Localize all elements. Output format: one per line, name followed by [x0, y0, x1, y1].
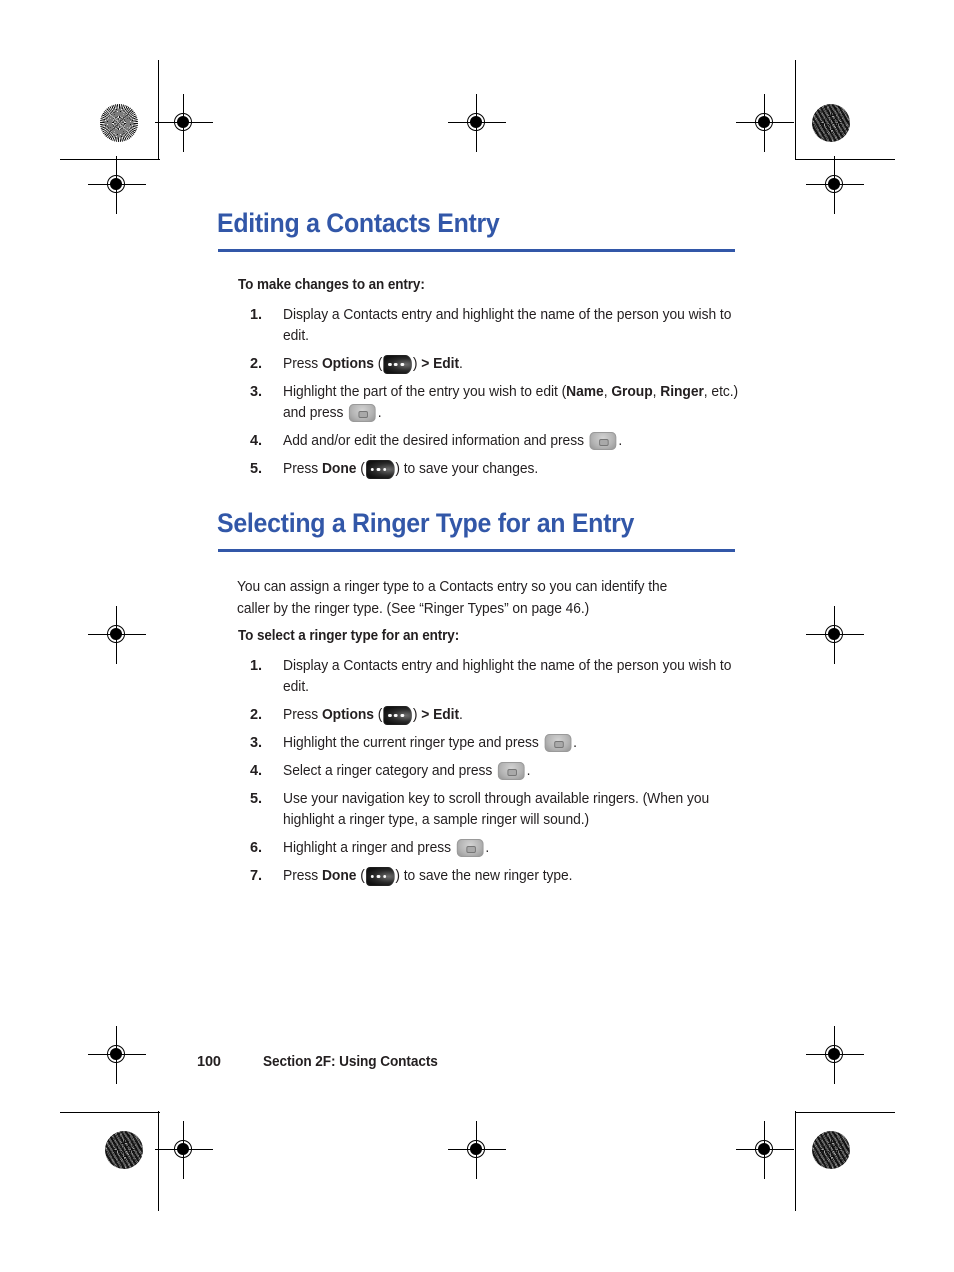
- list-item: 7. Press Done ( ) to save the new ringer t…: [250, 866, 740, 887]
- ok-key-icon: [544, 734, 572, 752]
- list-item: 6. Highlight a ringer and press .: [250, 838, 740, 859]
- list-item: 1. Display a Contacts entry and highlight…: [250, 305, 740, 347]
- step-number: 4.: [250, 763, 262, 779]
- step-number: 1.: [250, 307, 262, 323]
- softkey-options-icon: [383, 355, 412, 374]
- step-text-run: Use your navigation key to scroll throug…: [283, 791, 710, 828]
- ok-key-icon: [349, 404, 376, 422]
- emphasis-text: Options: [321, 356, 374, 372]
- list-item: 5. Use your navigation key to scroll thro…: [250, 789, 740, 831]
- list-item: 5. Press Done ( ) to save your changes.: [250, 459, 740, 480]
- ok-key-icon: [456, 839, 484, 857]
- lead-in-make-changes: To make changes to an entry:: [238, 277, 425, 293]
- step-number: 5.: [250, 461, 262, 477]
- step-text-run: Select a ringer category and press: [283, 763, 497, 779]
- emphasis-text: Options: [321, 707, 374, 723]
- intro-paragraph-line-2: caller by the ringer type. (See “Ringer …: [237, 601, 590, 617]
- step-number: 2.: [250, 356, 262, 372]
- list-item: 3. Highlight the part of the entry you wi…: [250, 382, 740, 424]
- step-text: Press Done ( ) to save your changes.: [283, 459, 740, 480]
- list-item: 2. Press Options () > Edit.: [250, 354, 740, 375]
- step-text-run: .: [377, 405, 382, 421]
- emphasis-text: Done: [321, 868, 357, 884]
- step-text: Press Done ( ) to save the new ringer typ…: [283, 866, 740, 887]
- step-text-run: Highlight the part of the entry you wish…: [283, 384, 567, 400]
- step-text-run: ,: [603, 384, 612, 400]
- steps-list-selecting-ringer: 1. Display a Contacts entry and highlight…: [250, 656, 740, 894]
- step-text-run: .: [526, 763, 531, 779]
- step-text-run: ) to save your changes.: [395, 461, 539, 477]
- step-text-run: (: [373, 356, 383, 372]
- step-text-run: .: [459, 707, 463, 723]
- step-text: Highlight a ringer and press .: [283, 838, 740, 859]
- ok-key-icon: [589, 432, 617, 450]
- page-title-selecting-ringer-type: Selecting a Ringer Type for an Entry: [217, 508, 635, 538]
- step-text: Highlight the part of the entry you wish…: [283, 382, 740, 424]
- softkey-done-icon: [365, 460, 395, 479]
- step-text: Add and/or edit the desired information …: [283, 431, 740, 452]
- step-text-run: Press: [283, 707, 322, 723]
- softkey-done-icon: [365, 867, 395, 886]
- list-item: 4. Add and/or edit the desired informatio…: [250, 431, 740, 452]
- step-text-run: ): [412, 707, 422, 723]
- step-text-run: (: [373, 707, 383, 723]
- step-number: 3.: [250, 735, 262, 751]
- list-item: 1. Display a Contacts entry and highlight…: [250, 656, 740, 698]
- softkey-options-icon: [383, 706, 412, 725]
- step-text-run: .: [485, 840, 490, 856]
- list-item: 3. Highlight the current ringer type and …: [250, 733, 740, 754]
- step-text-run: Highlight the current ringer type and pr…: [283, 735, 543, 751]
- step-number: 6.: [250, 840, 262, 856]
- step-text: Display a Contacts entry and highlight t…: [283, 656, 740, 698]
- step-text-run: Highlight a ringer and press: [283, 840, 455, 856]
- lead-in-select-ringer-type: To select a ringer type for an entry:: [238, 628, 460, 644]
- footer-section-label: Section 2F: Using Contacts: [263, 1054, 438, 1070]
- step-text-run: Press: [283, 868, 322, 884]
- step-text-run: Press: [283, 356, 322, 372]
- step-text: Select a ringer category and press .: [283, 761, 740, 782]
- list-item: 2. Press Options () > Edit.: [250, 705, 740, 726]
- emphasis-text: Group: [611, 384, 653, 400]
- emphasis-text: Ringer: [660, 384, 704, 400]
- step-text-run: Press: [283, 461, 322, 477]
- emphasis-text: Done: [321, 461, 357, 477]
- emphasis-text: > Edit: [421, 707, 460, 723]
- page-footer: 100 Section 2F: Using Contacts: [197, 1054, 449, 1070]
- step-text-run: (: [356, 868, 365, 884]
- list-item: 4. Select a ringer category and press .: [250, 761, 740, 782]
- step-text-run: Display a Contacts entry and highlight t…: [283, 658, 732, 695]
- step-text: Use your navigation key to scroll throug…: [283, 789, 740, 831]
- step-text-run: ,: [652, 384, 661, 400]
- step-text-run: Display a Contacts entry and highlight t…: [283, 307, 732, 344]
- intro-paragraph-ringer-type: You can assign a ringer type to a Contac…: [237, 576, 732, 620]
- heading-rule: [218, 549, 735, 552]
- step-text-run: .: [618, 433, 623, 449]
- steps-list-editing-contacts: 1. Display a Contacts entry and highlight…: [250, 305, 740, 487]
- step-text: Press Options () > Edit.: [283, 705, 740, 726]
- step-number: 5.: [250, 791, 262, 807]
- step-text: Display a Contacts entry and highlight t…: [283, 305, 740, 347]
- step-number: 3.: [250, 384, 262, 400]
- step-number: 4.: [250, 433, 262, 449]
- step-text-run: ): [412, 356, 422, 372]
- step-text: Highlight the current ringer type and pr…: [283, 733, 740, 754]
- page-title-editing-contacts-entry: Editing a Contacts Entry: [217, 208, 500, 238]
- intro-paragraph-line-1: You can assign a ringer type to a Contac…: [237, 579, 668, 595]
- emphasis-text: Name: [566, 384, 604, 400]
- step-text-run: .: [573, 735, 577, 751]
- emphasis-text: > Edit: [421, 356, 460, 372]
- manual-page: Editing a Contacts Entry To make changes…: [0, 0, 954, 1272]
- step-text-run: .: [459, 356, 463, 372]
- heading-rule: [218, 249, 735, 252]
- step-number: 7.: [250, 868, 262, 884]
- step-number: 2.: [250, 707, 262, 723]
- step-text-run: (: [356, 461, 365, 477]
- footer-page-number: 100: [197, 1054, 221, 1070]
- step-text-run: Add and/or edit the desired information …: [283, 433, 588, 449]
- step-number: 1.: [250, 658, 262, 674]
- ok-key-icon: [497, 762, 525, 780]
- step-text-run: ) to save the new ringer type.: [395, 868, 573, 884]
- step-text: Press Options () > Edit.: [283, 354, 740, 375]
